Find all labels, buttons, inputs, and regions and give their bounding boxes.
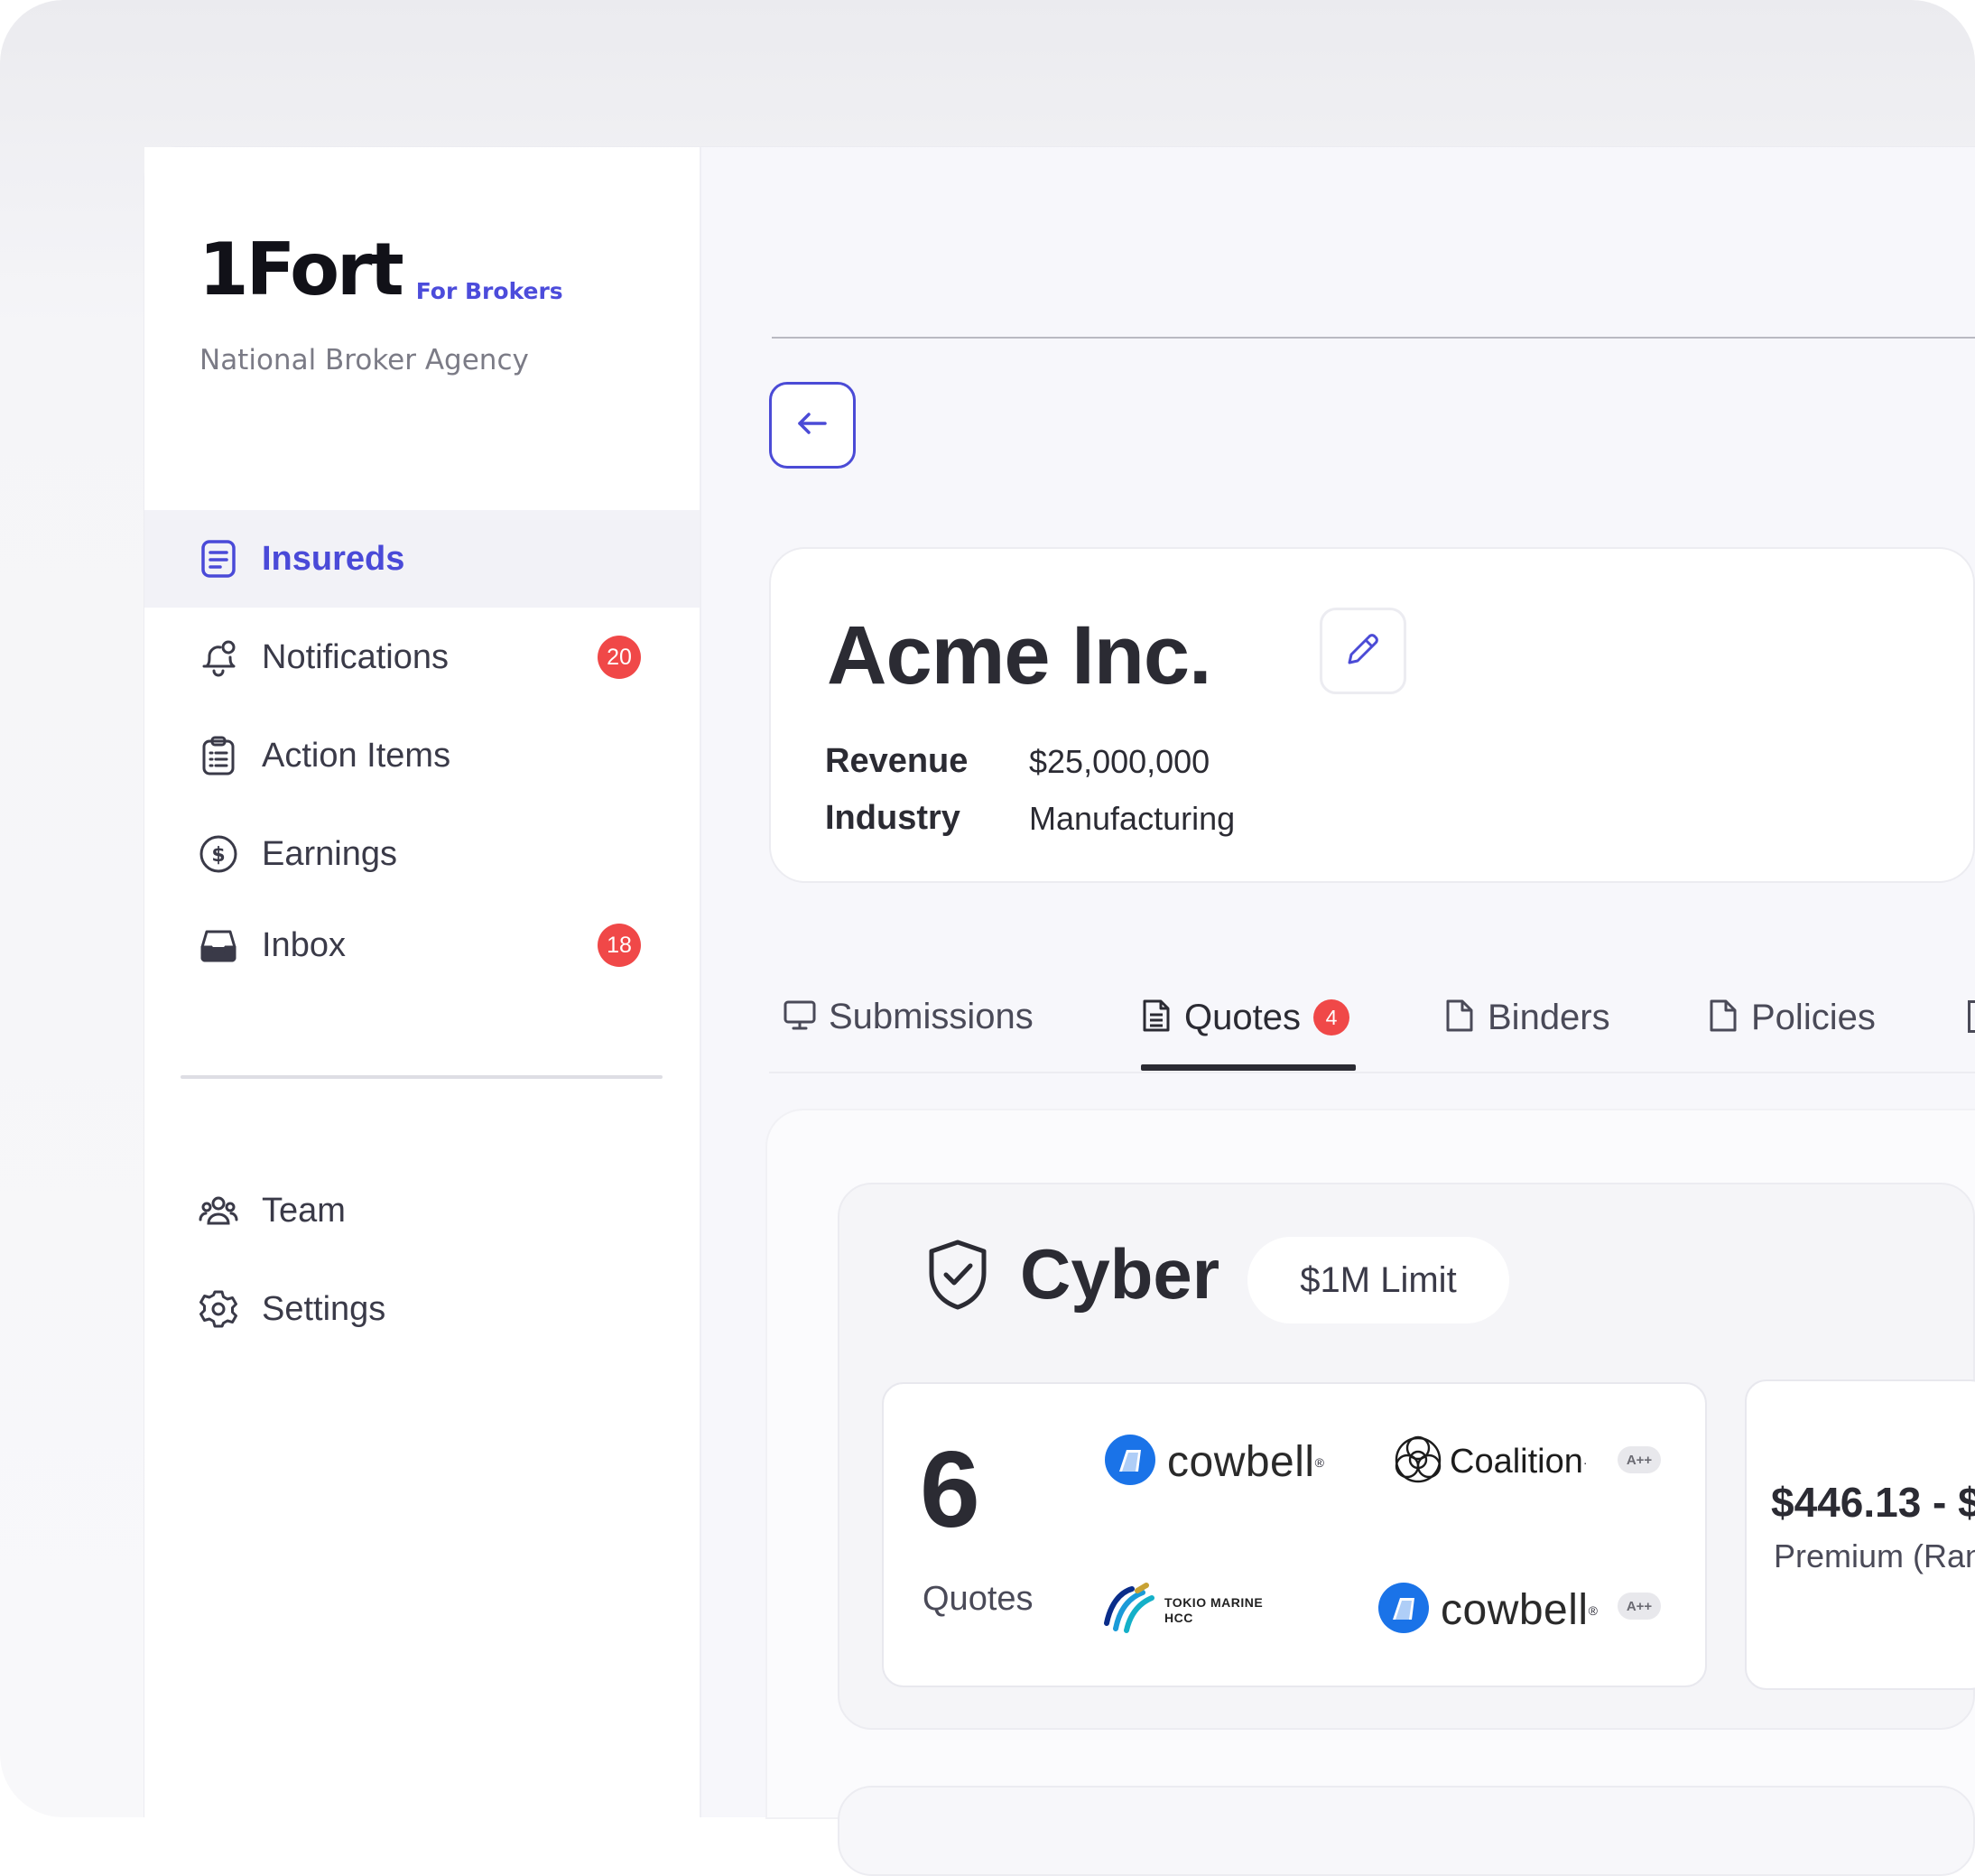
carrier-name-line: TOKIO MARINE	[1164, 1594, 1264, 1610]
cowbell-logo-icon	[1377, 1582, 1430, 1639]
carrier-logo-cowbell: cowbell ®	[1377, 1582, 1598, 1639]
company-card: Acme Inc. Revenue $25,000,000 Industry M…	[769, 547, 1975, 883]
carrier-quotes-box[interactable]	[882, 1382, 1707, 1687]
inbox-tray-icon	[199, 925, 238, 965]
document-list-icon	[199, 539, 238, 579]
tabs-divider	[769, 1072, 1975, 1073]
carrier-name-line: HCC	[1164, 1610, 1193, 1625]
team-users-icon	[199, 1191, 238, 1231]
gear-icon	[199, 1289, 238, 1329]
carrier-rating-badge: A++	[1618, 1593, 1661, 1620]
carrier-rating-badge: A++	[1618, 1446, 1661, 1473]
tab-quotes[interactable]: Quotes 4	[1141, 990, 1349, 1045]
notification-count-badge: 20	[598, 636, 641, 679]
clipboard-list-icon	[199, 736, 238, 775]
quote-count-label: Quotes	[923, 1580, 1034, 1618]
file-icon	[1708, 998, 1739, 1037]
tab-label: Quotes	[1184, 997, 1301, 1037]
carrier-name: Coalition	[1450, 1443, 1583, 1481]
header-divider	[772, 337, 1975, 339]
tab-policies[interactable]: Policies	[1708, 990, 1876, 1045]
coalition-logo-icon	[1394, 1435, 1442, 1489]
edit-company-button[interactable]	[1320, 608, 1406, 694]
coverage-card-next	[838, 1786, 1975, 1876]
sidebar-item-settings[interactable]: Settings	[144, 1260, 700, 1358]
bell-icon	[199, 637, 238, 677]
quote-count: 6	[920, 1429, 980, 1550]
sidebar-item-label: Inbox	[262, 925, 346, 964]
premium-range-value: $446.13 - $	[1771, 1479, 1975, 1526]
sidebar-item-label: Action Items	[262, 736, 451, 775]
registered-mark: ·	[1582, 1454, 1588, 1470]
tab-overflow-edge	[1968, 1000, 1975, 1033]
sidebar-item-team[interactable]: Team	[144, 1162, 700, 1259]
carrier-name: TOKIO MARINE HCC	[1164, 1595, 1263, 1626]
carrier-logo-coalition: Coalition ·	[1394, 1435, 1588, 1489]
cowbell-logo-icon	[1104, 1434, 1156, 1491]
industry-label: Industry	[825, 799, 960, 837]
coverage-title: Cyber	[1020, 1234, 1220, 1314]
sidebar: 1Fort For Brokers National Broker Agency…	[144, 147, 701, 1817]
sidebar-item-action-items[interactable]: Action Items	[144, 707, 700, 804]
arrow-left-icon	[796, 411, 829, 441]
sidebar-item-label: Notifications	[262, 637, 449, 676]
sidebar-item-notifications[interactable]: Notifications 20	[144, 608, 700, 706]
document-text-icon	[1141, 998, 1172, 1037]
carrier-name: cowbell	[1167, 1438, 1315, 1486]
tokio-marine-logo-icon	[1101, 1582, 1155, 1639]
carrier-logo-tokio-marine: TOKIO MARINE HCC	[1101, 1582, 1263, 1639]
revenue-label: Revenue	[825, 742, 969, 780]
premium-range-label: Premium (Ran	[1774, 1537, 1975, 1574]
quote-count-badge: 4	[1312, 999, 1349, 1036]
tab-submissions[interactable]: Submissions	[784, 989, 1034, 1044]
agency-name: National Broker Agency	[199, 344, 529, 376]
tab-binders[interactable]: Binders	[1444, 990, 1610, 1045]
sidebar-item-earnings[interactable]: $ Earnings	[144, 805, 700, 903]
sidebar-item-inbox[interactable]: Inbox 18	[144, 896, 700, 994]
sidebar-item-label: Earnings	[262, 834, 397, 873]
premium-range-box[interactable]	[1745, 1379, 1975, 1690]
tab-label: Policies	[1751, 997, 1876, 1037]
sidebar-item-label: Team	[262, 1191, 346, 1230]
industry-value: Manufacturing	[1029, 800, 1236, 837]
carrier-logo-cowbell: cowbell ®	[1104, 1434, 1324, 1491]
shield-check-icon	[926, 1239, 989, 1315]
registered-mark: ®	[1314, 1454, 1324, 1470]
brand-tagline: For Brokers	[415, 278, 563, 304]
company-name: Acme Inc.	[827, 609, 1212, 701]
sidebar-item-label: Settings	[262, 1289, 386, 1328]
tab-label: Binders	[1488, 997, 1610, 1037]
sidebar-item-label: Insureds	[262, 539, 405, 578]
active-tab-indicator	[1141, 1064, 1356, 1071]
dollar-circle-icon: $	[199, 834, 238, 874]
tab-label: Submissions	[829, 996, 1034, 1036]
sidebar-divider	[181, 1075, 663, 1079]
carrier-name: cowbell	[1441, 1586, 1589, 1634]
inbox-count-badge: 18	[598, 924, 641, 967]
svg-text:$: $	[211, 844, 225, 867]
brand-logo: 1Fort For Brokers	[199, 234, 563, 306]
monitor-icon	[784, 998, 816, 1036]
coverage-limit-pill: $1M Limit	[1247, 1237, 1509, 1323]
brand-name: 1Fort	[199, 228, 404, 311]
revenue-value: $25,000,000	[1029, 743, 1210, 780]
back-button[interactable]	[769, 382, 856, 469]
pencil-icon	[1344, 630, 1382, 673]
file-icon	[1444, 998, 1475, 1037]
registered-mark: ®	[1588, 1602, 1598, 1618]
sidebar-item-insureds[interactable]: Insureds	[144, 510, 700, 608]
